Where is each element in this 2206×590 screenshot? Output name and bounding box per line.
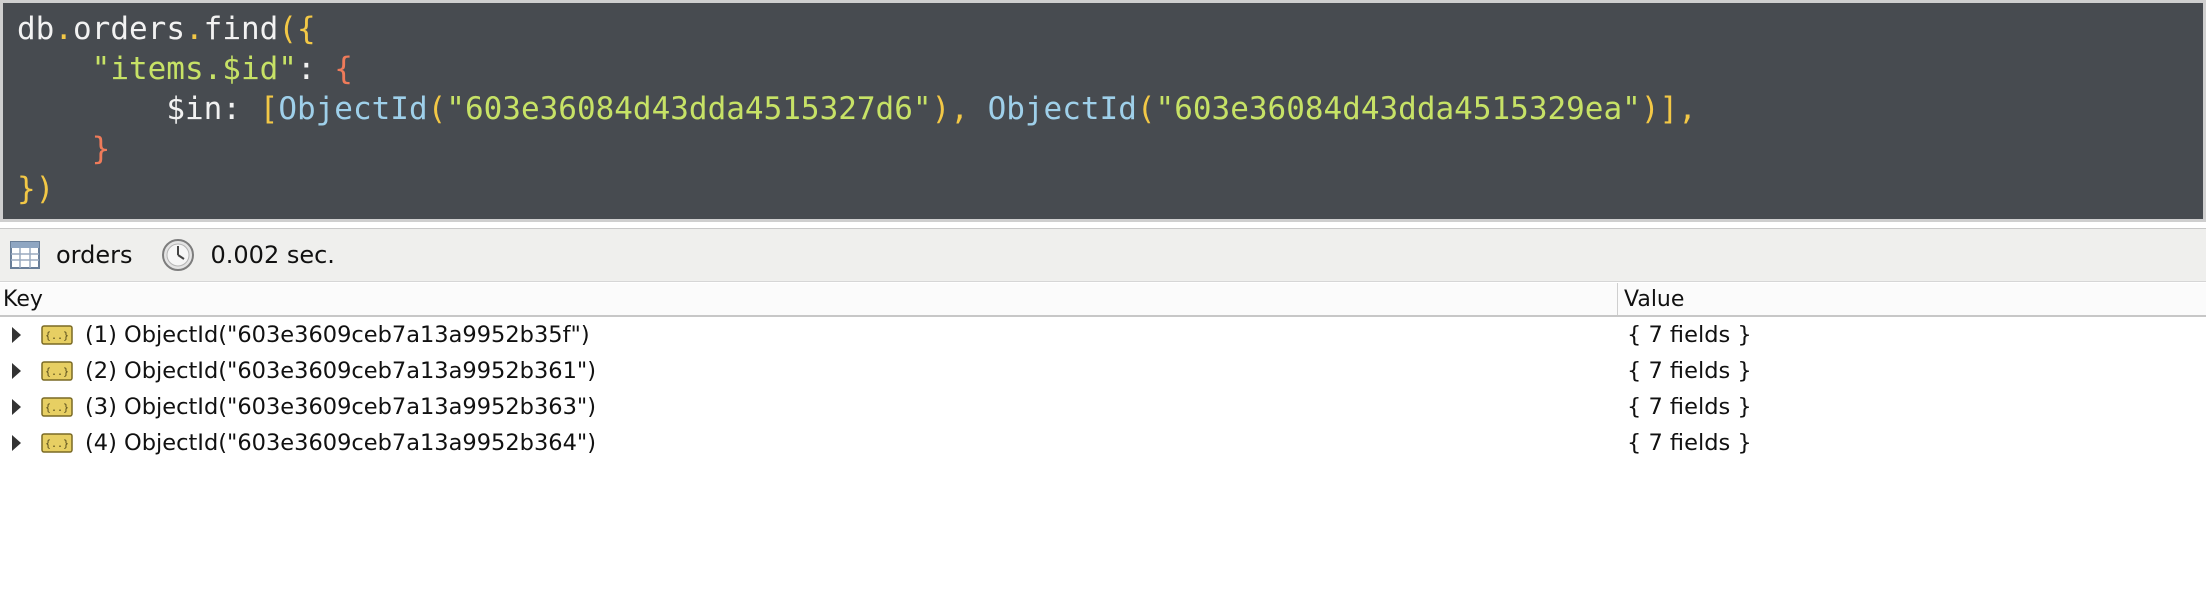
document-icon: {..} <box>41 433 73 453</box>
code-token: orders <box>73 11 185 47</box>
expand-arrow-icon[interactable] <box>12 399 21 415</box>
row-key: (1) ObjectId("603e3609ceb7a13a9952b35f") <box>85 322 590 348</box>
document-icon: {..} <box>41 325 73 345</box>
row-value: { 7 fields } <box>1627 322 1752 348</box>
code-token: ( <box>427 91 447 127</box>
row-key: (4) ObjectId("603e3609ceb7a13a9952b364") <box>85 430 597 456</box>
code-token: ObjectId <box>278 91 428 127</box>
code-token: ObjectId <box>987 91 1137 127</box>
expand-arrow-icon[interactable] <box>12 327 21 343</box>
code-line: }) <box>17 171 54 207</box>
code-token: { <box>334 51 353 87</box>
code-line: $in: [ObjectId("603e36084d43dda4515327d6… <box>17 91 1697 127</box>
code-token: )], <box>1640 91 1697 127</box>
results-tree[interactable]: Key Value {..} (1) ObjectId("603e3609ceb… <box>0 283 2206 461</box>
code-line: db.orders.find({ <box>17 11 316 47</box>
value-column-header[interactable]: Value <box>1618 283 1684 315</box>
key-column-header[interactable]: Key <box>0 283 1618 315</box>
row-key: (3) ObjectId("603e3609ceb7a13a9952b363") <box>85 394 597 420</box>
collection-name: orders <box>56 241 133 269</box>
code-token: [ <box>259 91 279 127</box>
table-row[interactable]: {..} (3) ObjectId("603e3609ceb7a13a9952b… <box>0 389 2206 425</box>
row-value: { 7 fields } <box>1627 394 1752 420</box>
table-row[interactable]: {..} (4) ObjectId("603e3609ceb7a13a9952b… <box>0 425 2206 461</box>
document-icon: {..} <box>41 361 73 381</box>
expand-arrow-icon[interactable] <box>12 435 21 451</box>
code-token: "items.$id" <box>91 51 297 87</box>
code-token: ({ <box>278 11 316 47</box>
table-row[interactable]: {..} (1) ObjectId("603e3609ceb7a13a9952b… <box>0 317 2206 353</box>
code-token: : <box>222 91 260 127</box>
query-editor[interactable]: db.orders.find({ "items.$id": { $in: [Ob… <box>0 0 2206 222</box>
code-token: find <box>203 11 279 47</box>
query-code[interactable]: db.orders.find({ "items.$id": { $in: [Ob… <box>17 9 1697 209</box>
svg-text:{..}: {..} <box>45 403 69 414</box>
table-row[interactable]: {..} (2) ObjectId("603e3609ceb7a13a9952b… <box>0 353 2206 389</box>
execution-time: 0.002 sec. <box>210 241 335 269</box>
result-status-bar: orders 0.002 sec. <box>0 228 2206 282</box>
code-token: } <box>91 131 111 167</box>
row-key: (2) ObjectId("603e3609ceb7a13a9952b361") <box>85 358 597 384</box>
code-line: "items.$id": { <box>17 51 353 87</box>
expand-arrow-icon[interactable] <box>12 363 21 379</box>
code-token: : <box>296 51 335 87</box>
code-token: $in <box>166 91 223 127</box>
code-token: . <box>184 11 204 47</box>
code-token: ), <box>931 91 988 127</box>
collection-table-icon <box>10 241 40 269</box>
code-token: db <box>17 11 55 47</box>
svg-text:{..}: {..} <box>45 367 69 378</box>
svg-text:{..}: {..} <box>45 331 69 342</box>
code-token: . <box>54 11 73 47</box>
code-token: }) <box>17 171 55 207</box>
code-token: ( <box>1136 91 1156 127</box>
document-icon: {..} <box>41 397 73 417</box>
row-value: { 7 fields } <box>1627 358 1752 384</box>
code-token: "603e36084d43dda4515327d6" <box>446 91 932 127</box>
svg-text:{..}: {..} <box>45 439 69 450</box>
results-header: Key Value <box>0 283 2206 317</box>
clock-icon <box>161 239 194 271</box>
code-token: "603e36084d43dda4515329ea" <box>1155 91 1641 127</box>
row-value: { 7 fields } <box>1627 430 1752 456</box>
code-line: } <box>17 131 111 167</box>
